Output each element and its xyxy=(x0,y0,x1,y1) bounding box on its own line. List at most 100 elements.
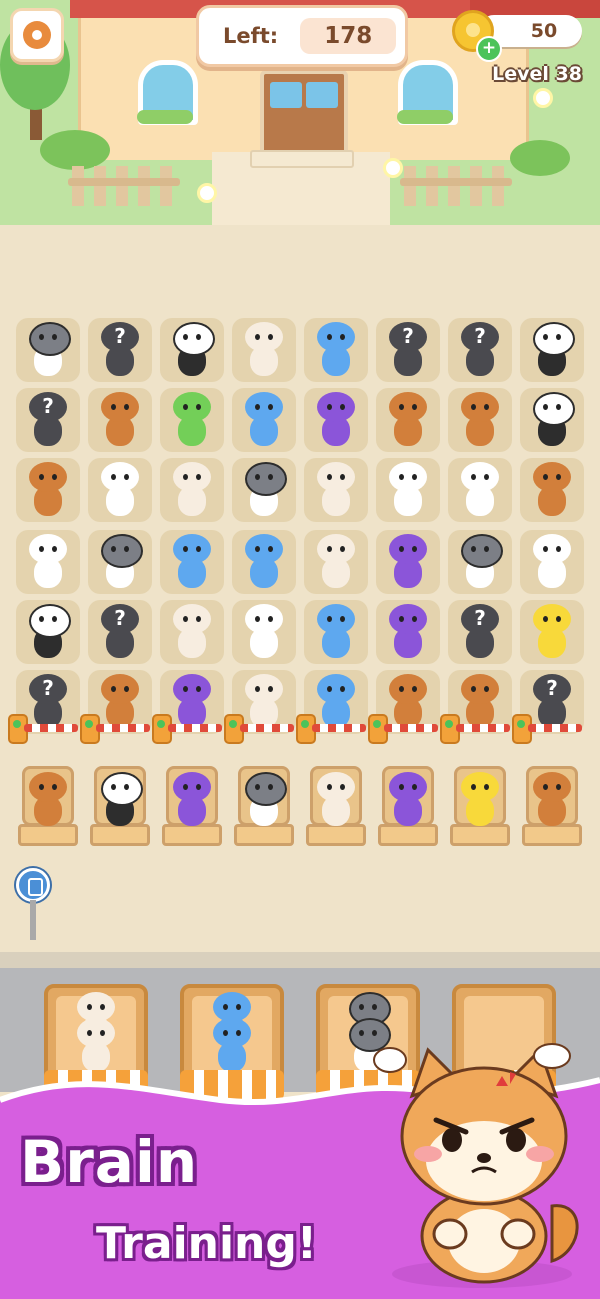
animal-eye xyxy=(399,546,404,552)
animal-eye xyxy=(111,474,116,480)
animal-tile[interactable] xyxy=(16,458,80,522)
animal-tile[interactable] xyxy=(520,318,584,382)
animal-head xyxy=(461,392,499,422)
animal-head xyxy=(317,392,355,422)
animal-tile[interactable] xyxy=(88,458,152,522)
animal-tile[interactable] xyxy=(232,388,296,452)
settings-button[interactable] xyxy=(10,8,64,62)
animal-tile[interactable] xyxy=(376,530,440,594)
animal-eye xyxy=(236,1004,241,1010)
animal-eye xyxy=(372,1004,377,1010)
animal-tile[interactable] xyxy=(160,530,224,594)
animal-tile[interactable] xyxy=(232,600,296,664)
animal-eye xyxy=(183,784,188,790)
animal-eye xyxy=(327,474,332,480)
animal-eye xyxy=(183,334,188,340)
panda-icon xyxy=(97,772,143,828)
barrier-light xyxy=(13,720,21,728)
animal-tile[interactable] xyxy=(160,458,224,522)
animal-eye xyxy=(543,546,548,552)
fence-rail xyxy=(68,178,180,186)
animal-tile[interactable]: ? xyxy=(448,600,512,664)
animal-tile[interactable] xyxy=(520,458,584,522)
animal-eye xyxy=(556,474,561,480)
animal-head xyxy=(389,392,427,422)
animal-tile[interactable] xyxy=(16,530,80,594)
animal-tile[interactable] xyxy=(448,458,512,522)
animal-head xyxy=(317,534,355,564)
door-pane xyxy=(270,82,302,108)
animal-head xyxy=(245,534,283,564)
animal-tile[interactable] xyxy=(304,458,368,522)
animal-tile[interactable] xyxy=(520,388,584,452)
animal-eye xyxy=(268,784,273,790)
animal-eye xyxy=(471,784,476,790)
flower-icon xyxy=(197,183,217,203)
duck-icon xyxy=(385,462,431,518)
animal-head xyxy=(77,1018,115,1048)
animal-tile[interactable] xyxy=(304,600,368,664)
animal-tile[interactable] xyxy=(232,530,296,594)
siamese-icon xyxy=(241,322,287,378)
bush xyxy=(510,140,570,176)
queue-seat xyxy=(450,766,510,848)
sign-pole xyxy=(30,900,36,940)
animal-eye xyxy=(52,784,57,790)
animal-tile[interactable] xyxy=(376,388,440,452)
animal-tile[interactable] xyxy=(304,388,368,452)
animal-tile[interactable] xyxy=(304,530,368,594)
gate-barrier xyxy=(440,712,510,744)
animal-eye xyxy=(124,474,129,480)
animal-tile[interactable] xyxy=(16,318,80,382)
barrier-light xyxy=(517,720,525,728)
animal-tile[interactable]: ? xyxy=(88,600,152,664)
animal-tile[interactable] xyxy=(520,530,584,594)
animal-tile[interactable] xyxy=(160,388,224,452)
animal-tile[interactable]: ? xyxy=(88,318,152,382)
animal-tile[interactable] xyxy=(160,318,224,382)
animal-tile[interactable]: ? xyxy=(376,318,440,382)
animal-eye xyxy=(268,546,273,552)
husky-icon xyxy=(241,772,287,828)
animal-eye xyxy=(255,474,260,480)
hidden-mark: ? xyxy=(474,606,486,630)
animal-eye xyxy=(255,616,260,622)
animal-eye xyxy=(327,784,332,790)
bear-icon xyxy=(25,462,71,518)
barrier-light xyxy=(301,720,309,728)
animal-tile[interactable] xyxy=(376,600,440,664)
animal-tile[interactable]: ? xyxy=(448,318,512,382)
gate-barrier xyxy=(296,712,366,744)
bear-icon xyxy=(529,772,575,828)
animal-tile[interactable] xyxy=(232,458,296,522)
animal-tile[interactable] xyxy=(232,318,296,382)
blue-dino-icon xyxy=(241,392,287,448)
animal-eye xyxy=(543,616,548,622)
fence-right xyxy=(404,166,508,206)
animal-head xyxy=(389,604,427,634)
animal-tile[interactable] xyxy=(304,318,368,382)
add-coins-button[interactable]: + xyxy=(476,36,502,62)
hidden-mark: ? xyxy=(42,394,54,418)
bus-stop-sign[interactable] xyxy=(16,868,50,946)
animal-tile[interactable] xyxy=(376,458,440,522)
animal-eye xyxy=(543,474,548,480)
animal-tile[interactable] xyxy=(88,530,152,594)
panda-icon xyxy=(529,392,575,448)
animal-tile[interactable] xyxy=(16,600,80,664)
animal-eye xyxy=(340,404,345,410)
remaining-value: 178 xyxy=(300,18,397,54)
animal-tile[interactable] xyxy=(448,530,512,594)
chick-icon xyxy=(457,772,503,828)
animal-tile[interactable] xyxy=(448,388,512,452)
animal-tile[interactable] xyxy=(160,600,224,664)
gate-barrier xyxy=(224,712,294,744)
animal-eye xyxy=(556,546,561,552)
animal-eye xyxy=(183,546,188,552)
barrier-bar xyxy=(24,724,78,732)
animal-tile[interactable]: ? xyxy=(16,388,80,452)
animal-tile[interactable] xyxy=(520,600,584,664)
animal-eye xyxy=(359,1030,364,1036)
animal-eye xyxy=(223,1030,228,1036)
animal-tile[interactable] xyxy=(88,388,152,452)
